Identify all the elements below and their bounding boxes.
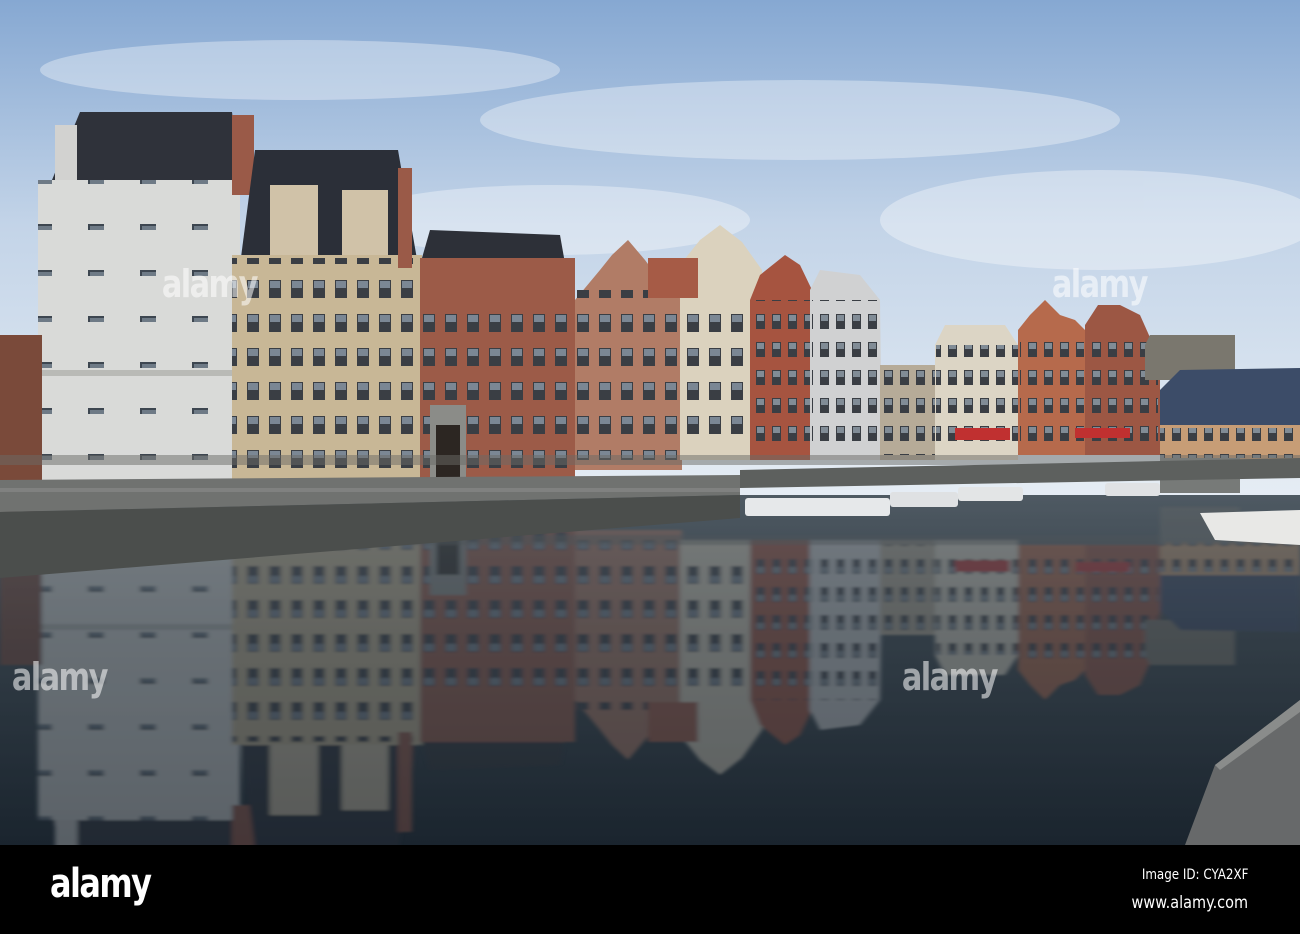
- watermark-text: alamy: [1051, 262, 1149, 306]
- stock-photo: alamy alamy alamy alamy alamy Image ID: …: [0, 0, 1300, 934]
- canal-photo: [0, 0, 1300, 845]
- watermark-text: alamy: [901, 655, 999, 699]
- watermark-text: alamy: [11, 655, 109, 699]
- site-url[interactable]: www.alamy.com: [1132, 893, 1248, 913]
- alamy-logo: alamy: [50, 861, 152, 907]
- image-id: Image ID: CYA2XF: [1141, 867, 1248, 883]
- footer-bar: alamy Image ID: CYA2XF www.alamy.com: [0, 845, 1300, 934]
- watermark-text: alamy: [161, 262, 259, 306]
